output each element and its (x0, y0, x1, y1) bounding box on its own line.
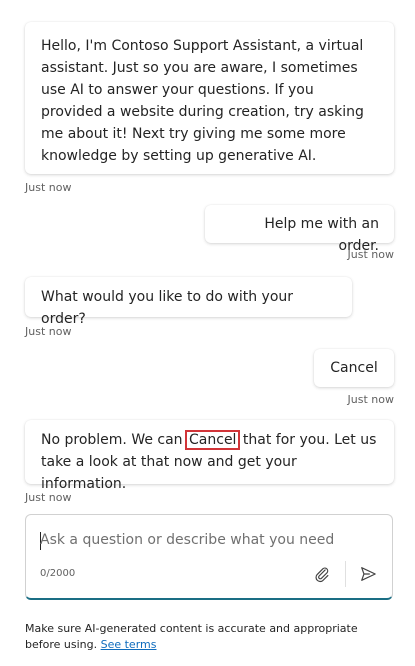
bot-message: No problem. We can Cancel that for you. … (25, 420, 394, 492)
message-timestamp: Just now (347, 248, 394, 261)
message-timestamp: Just now (25, 181, 72, 194)
message-composer: 0/2000 (25, 514, 393, 600)
message-timestamp: Just now (25, 491, 72, 504)
bot-message: What would you like to do with your orde… (25, 277, 352, 327)
user-message-text: Cancel (330, 360, 378, 376)
paperclip-icon[interactable] (313, 565, 331, 583)
chat-transcript: Hello, I'm Contoso Support Assistant, a … (0, 0, 415, 666)
bot-message-text: No problem. We can (41, 432, 188, 448)
user-message: Help me with an order. (205, 205, 394, 254)
highlighted-word: Cancel (184, 430, 241, 450)
bot-message-text: What would you like to do with your orde… (41, 289, 294, 327)
send-icon[interactable] (359, 565, 377, 583)
message-timestamp: Just now (347, 393, 394, 406)
composer-divider (345, 561, 346, 587)
bot-message: Hello, I'm Contoso Support Assistant, a … (25, 22, 394, 174)
message-timestamp: Just now (25, 325, 72, 338)
disclaimer-text: Make sure AI-generated content is accura… (25, 622, 358, 651)
ai-disclaimer: Make sure AI-generated content is accura… (25, 621, 385, 653)
message-input[interactable] (40, 529, 360, 551)
user-message: Cancel (314, 349, 394, 387)
character-counter: 0/2000 (40, 568, 76, 579)
bot-message-text: Hello, I'm Contoso Support Assistant, a … (41, 38, 364, 164)
see-terms-link[interactable]: See terms (101, 638, 157, 651)
